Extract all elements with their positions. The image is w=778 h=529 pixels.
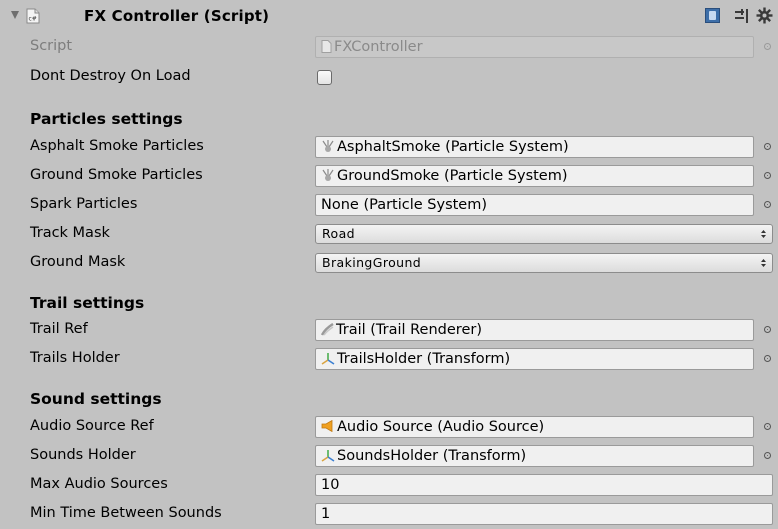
object-picker-icon[interactable] <box>764 201 771 208</box>
max-audio-sources-value: 10 <box>321 477 340 493</box>
particles-section-header: Particles settings <box>30 110 183 128</box>
audio-source-ref-value: Audio Source (Audio Source) <box>337 419 545 435</box>
ground-mask-dropdown[interactable]: BrakingGround <box>315 253 773 273</box>
sounds-holder-value: SoundsHolder (Transform) <box>337 448 527 464</box>
ground-mask-value: BrakingGround <box>322 255 422 270</box>
sound-section-header: Sound settings <box>30 390 162 408</box>
min-time-between-row: Min Time Between Sounds 1 <box>0 499 778 529</box>
max-audio-sources-row: Max Audio Sources 10 <box>0 470 778 500</box>
spark-value: None (Particle System) <box>321 197 488 213</box>
script-row: Script FXController <box>0 32 778 62</box>
script-field: FXController <box>315 36 754 58</box>
trails-holder-row: Trails Holder TrailsHolder (Transform) <box>0 344 778 374</box>
track-mask-label: Track Mask <box>30 225 110 241</box>
trail-ref-field[interactable]: Trail (Trail Renderer) <box>315 319 754 341</box>
transform-icon <box>321 352 335 365</box>
min-time-between-label: Min Time Between Sounds <box>30 505 222 521</box>
component-title: FX Controller (Script) <box>84 7 270 25</box>
object-picker-icon[interactable] <box>764 423 771 430</box>
ground-smoke-label: Ground Smoke Particles <box>30 167 203 183</box>
script-value: FXController <box>334 39 423 55</box>
help-book-icon[interactable] <box>705 8 720 23</box>
trails-holder-label: Trails Holder <box>30 350 120 366</box>
particle-system-icon <box>322 169 334 181</box>
script-file-icon <box>321 39 332 53</box>
track-mask-row: Track Mask Road <box>0 219 778 249</box>
trail-ref-value: Trail (Trail Renderer) <box>336 322 482 338</box>
object-picker-icon <box>764 43 771 50</box>
max-audio-sources-label: Max Audio Sources <box>30 476 168 492</box>
min-time-between-input[interactable]: 1 <box>315 503 773 525</box>
object-picker-icon[interactable] <box>764 355 771 362</box>
foldout-arrow-icon[interactable] <box>11 11 19 19</box>
max-audio-sources-input[interactable]: 10 <box>315 474 773 496</box>
dont-destroy-label: Dont Destroy On Load <box>30 68 191 84</box>
audio-source-icon <box>321 420 333 432</box>
svg-text:c#: c# <box>29 16 37 23</box>
trail-ref-row: Trail Ref Trail (Trail Renderer) <box>0 315 778 345</box>
asphalt-smoke-row: Asphalt Smoke Particles AsphaltSmoke (Pa… <box>0 132 778 162</box>
asphalt-smoke-value: AsphaltSmoke (Particle System) <box>337 139 569 155</box>
object-picker-icon[interactable] <box>764 326 771 333</box>
csharp-script-icon: c# <box>26 8 40 24</box>
dont-destroy-row: Dont Destroy On Load <box>0 62 778 92</box>
trail-ref-label: Trail Ref <box>30 321 88 337</box>
trails-holder-field[interactable]: TrailsHolder (Transform) <box>315 348 754 370</box>
trails-holder-value: TrailsHolder (Transform) <box>337 351 511 367</box>
ground-mask-label: Ground Mask <box>30 254 126 270</box>
dropdown-arrows-icon <box>761 259 766 267</box>
ground-smoke-field[interactable]: GroundSmoke (Particle System) <box>315 165 754 187</box>
sounds-holder-field[interactable]: SoundsHolder (Transform) <box>315 445 754 467</box>
preset-sliders-icon[interactable] <box>734 8 750 24</box>
component-header[interactable]: c# FX Controller (Script) <box>0 0 778 30</box>
sounds-holder-label: Sounds Holder <box>30 447 136 463</box>
audio-source-ref-row: Audio Source Ref Audio Source (Audio Sou… <box>0 412 778 442</box>
dropdown-arrows-icon <box>761 230 766 238</box>
ground-smoke-value: GroundSmoke (Particle System) <box>337 168 568 184</box>
transform-icon <box>321 449 335 462</box>
inspector-panel: c# FX Controller (Script) Script FXContr… <box>0 0 778 529</box>
particle-system-icon <box>322 140 334 152</box>
min-time-between-value: 1 <box>321 506 331 522</box>
sounds-holder-row: Sounds Holder SoundsHolder (Transform) <box>0 441 778 471</box>
spark-label: Spark Particles <box>30 196 138 212</box>
asphalt-smoke-field[interactable]: AsphaltSmoke (Particle System) <box>315 136 754 158</box>
trail-renderer-icon <box>321 322 334 336</box>
audio-source-ref-field[interactable]: Audio Source (Audio Source) <box>315 416 754 438</box>
asphalt-smoke-label: Asphalt Smoke Particles <box>30 138 204 154</box>
object-picker-icon[interactable] <box>764 143 771 150</box>
audio-source-ref-label: Audio Source Ref <box>30 418 154 434</box>
spark-field[interactable]: None (Particle System) <box>315 194 754 216</box>
trail-section-header: Trail settings <box>30 294 145 312</box>
spark-row: Spark Particles None (Particle System) <box>0 190 778 220</box>
ground-mask-row: Ground Mask BrakingGround <box>0 248 778 278</box>
object-picker-icon[interactable] <box>764 452 771 459</box>
track-mask-value: Road <box>322 226 355 241</box>
object-picker-icon[interactable] <box>764 172 771 179</box>
ground-smoke-row: Ground Smoke Particles GroundSmoke (Part… <box>0 161 778 191</box>
track-mask-dropdown[interactable]: Road <box>315 224 773 244</box>
script-label: Script <box>30 38 73 54</box>
gear-icon[interactable] <box>756 7 773 24</box>
dont-destroy-checkbox[interactable] <box>317 70 332 85</box>
